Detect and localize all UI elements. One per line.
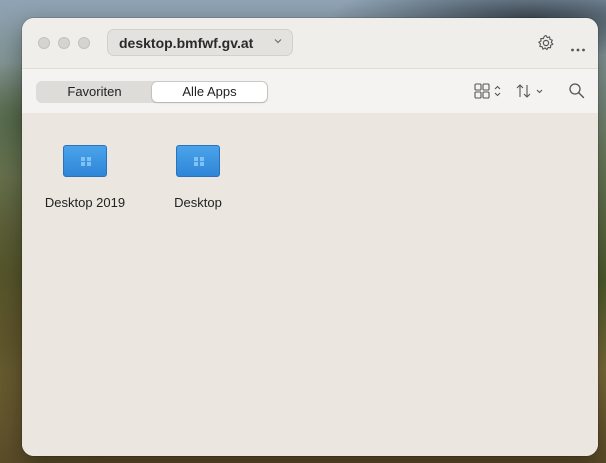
app-tile[interactable]: Desktop 2019 bbox=[40, 145, 130, 210]
windows-desktop-icon bbox=[176, 145, 220, 177]
app-window: desktop.bmfwf.gv.at Favoriten Alle Apps bbox=[22, 18, 598, 456]
address-selector[interactable]: desktop.bmfwf.gv.at bbox=[107, 29, 293, 56]
minimize-button[interactable] bbox=[58, 37, 70, 49]
grid-view-icon[interactable] bbox=[474, 83, 504, 104]
app-tile[interactable]: Desktop bbox=[153, 145, 243, 210]
title-bar: desktop.bmfwf.gv.at bbox=[22, 18, 598, 68]
app-label: Desktop 2019 bbox=[44, 195, 126, 210]
close-button[interactable] bbox=[38, 37, 50, 49]
zoom-button[interactable] bbox=[78, 37, 90, 49]
app-grid: Desktop 2019 Desktop bbox=[22, 113, 598, 456]
app-toolbar: Favoriten Alle Apps bbox=[22, 68, 598, 114]
search-icon[interactable] bbox=[568, 82, 585, 104]
segmented-control: Favoriten Alle Apps bbox=[36, 81, 268, 103]
app-label: Desktop bbox=[174, 195, 222, 210]
tab-alle-apps[interactable]: Alle Apps bbox=[152, 82, 267, 102]
address-text: desktop.bmfwf.gv.at bbox=[119, 34, 254, 51]
chevron-down-icon bbox=[274, 37, 282, 48]
sort-arrows-icon[interactable] bbox=[516, 83, 546, 104]
gear-icon[interactable] bbox=[537, 34, 555, 57]
tab-favoriten[interactable]: Favoriten bbox=[37, 82, 152, 102]
ellipsis-icon[interactable] bbox=[570, 40, 586, 58]
windows-desktop-icon bbox=[63, 145, 107, 177]
